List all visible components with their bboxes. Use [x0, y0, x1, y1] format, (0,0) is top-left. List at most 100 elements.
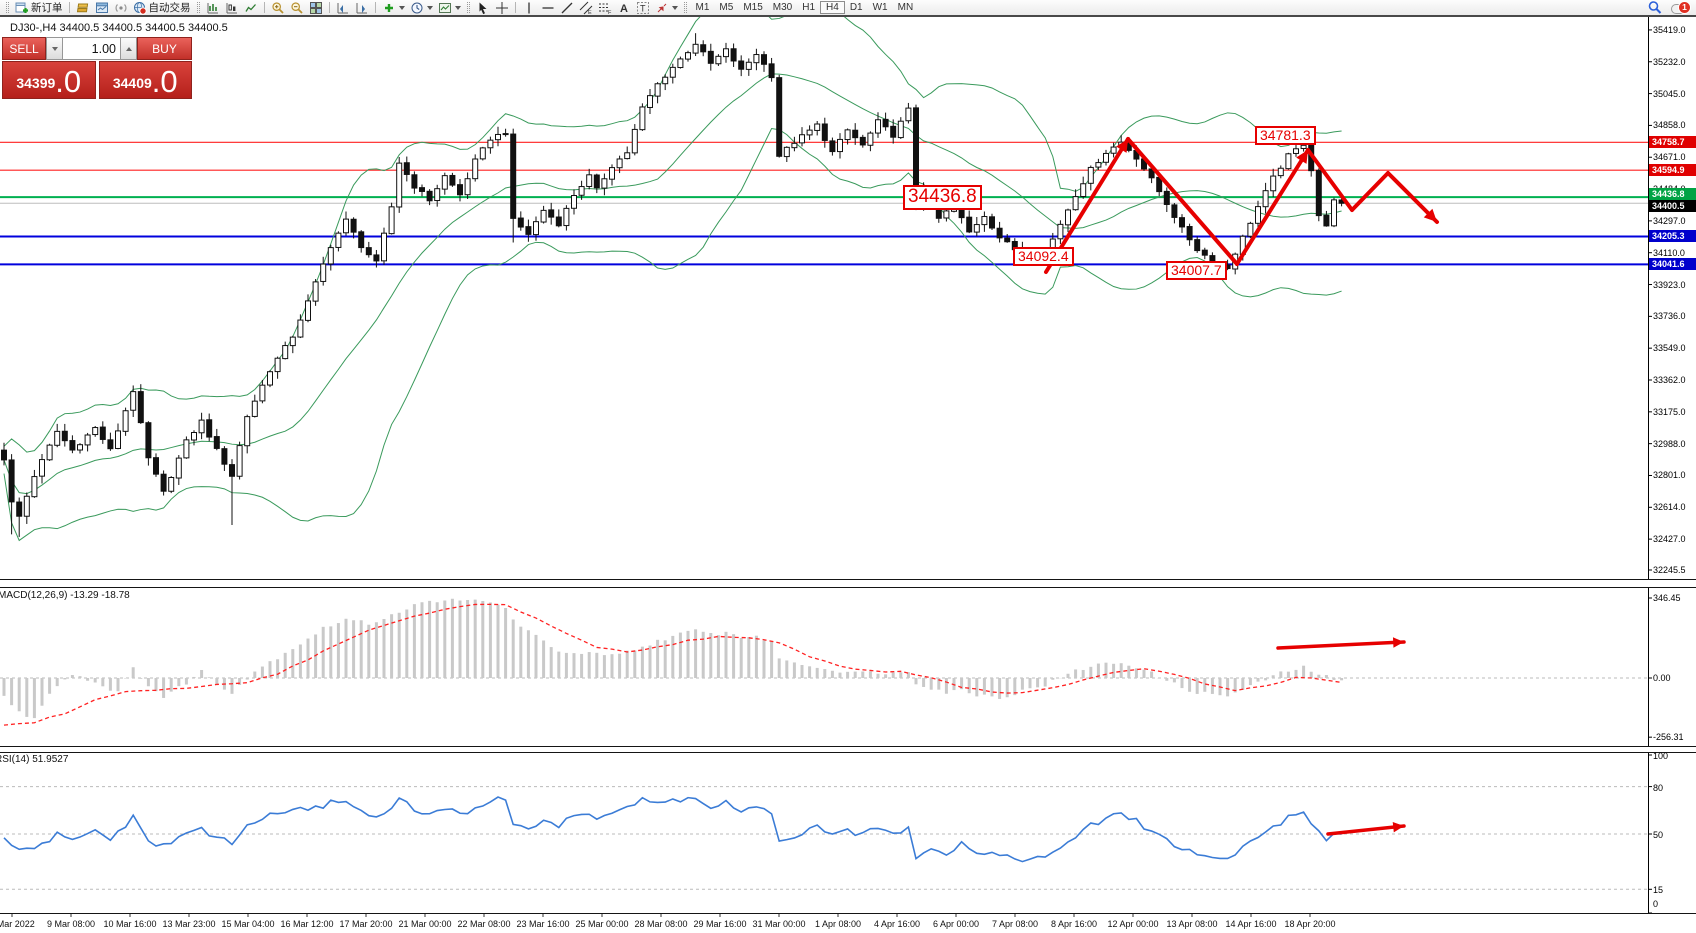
volume-decrease-button[interactable]: [46, 37, 63, 60]
horizontal-line-button[interactable]: [539, 1, 557, 15]
template-button[interactable]: [436, 1, 463, 15]
chart-shift-icon: [336, 1, 350, 15]
market-watch-icon: [95, 1, 109, 15]
current-price-badge: 34400.5: [1649, 200, 1696, 212]
toolbar-separator: [264, 2, 265, 13]
toolbar-grip[interactable]: [6, 2, 9, 13]
time-axis-label: 22 Mar 08:00: [457, 919, 510, 929]
vertical-line-icon: [522, 1, 536, 15]
toolbar-separator: [329, 2, 330, 13]
add-indicator-button[interactable]: [380, 1, 407, 15]
price-annotation-34436[interactable]: 34436.8: [903, 185, 982, 210]
search-button[interactable]: [1645, 1, 1665, 15]
time-axis-label: 8 Mar 2022: [0, 919, 35, 929]
crosshair-button[interactable]: [493, 1, 511, 15]
buy-price-display[interactable]: 34409.0: [99, 61, 193, 99]
sell-button[interactable]: SELL: [2, 37, 46, 60]
autotrade-label: 自动交易: [149, 0, 191, 15]
notification-button[interactable]: 1: [1671, 1, 1693, 15]
period-button[interactable]: [408, 1, 435, 15]
bar-chart-icon: [206, 1, 220, 15]
timeframe-button-M5[interactable]: M5: [714, 1, 738, 14]
chart-shift-button[interactable]: [334, 1, 352, 15]
timeframe-button-MN[interactable]: MN: [893, 1, 919, 14]
price-tick-label: 32988.0: [1653, 439, 1686, 449]
rsi-tick-label: 15: [1653, 885, 1663, 895]
zoom-out-button[interactable]: [288, 1, 306, 15]
price-tick-label: 33736.0: [1653, 311, 1686, 321]
clock-icon: [410, 1, 424, 15]
vertical-line-button[interactable]: [520, 1, 538, 15]
price-tick-label: 34110.0: [1653, 248, 1685, 258]
toolbar-separator: [69, 2, 70, 13]
time-axis-label: 1 Apr 08:00: [815, 919, 861, 929]
autotrade-button[interactable]: 自动交易: [131, 1, 193, 15]
equidistant-channel-icon: E: [579, 1, 593, 15]
price-tick-label: 33549.0: [1653, 343, 1686, 353]
time-axis-label: 17 Mar 20:00: [339, 919, 392, 929]
buy-button[interactable]: BUY: [137, 37, 192, 60]
toolbar-grip[interactable]: [467, 2, 470, 13]
price-annotation-34092[interactable]: 34092.4: [1013, 247, 1074, 266]
line-chart-icon: [244, 1, 258, 15]
time-axis-label: 10 Mar 16:00: [103, 919, 156, 929]
svg-text:T: T: [640, 3, 646, 13]
toolbar-grip[interactable]: [197, 2, 200, 13]
timeframe-button-H4[interactable]: H4: [820, 1, 845, 14]
chart-ohlc-header: DJ30-,H4 34400.5 34400.5 34400.5 34400.5: [10, 22, 228, 34]
toolbar-right-group: 1: [1645, 1, 1693, 15]
signal-button[interactable]: [112, 1, 130, 15]
trendline-icon: [560, 1, 574, 15]
rsi-panel-divider[interactable]: [0, 746, 1696, 753]
macd-panel-divider[interactable]: [0, 579, 1696, 588]
price-tick-label: 33923.0: [1653, 280, 1686, 290]
new-order-button[interactable]: 新订单: [13, 1, 65, 15]
timeframe-button-M1[interactable]: M1: [691, 1, 715, 14]
svg-text:E: E: [588, 10, 592, 15]
arrows-tool-button[interactable]: [653, 1, 680, 15]
tile-windows-button[interactable]: [307, 1, 325, 15]
dropdown-caret-icon: [427, 6, 433, 10]
zoom-in-button[interactable]: [269, 1, 287, 15]
toolbar-grip[interactable]: [684, 2, 687, 13]
toolbar-bottom-edge: [0, 15, 1696, 17]
price-annotation-34781[interactable]: 34781.3: [1255, 126, 1316, 145]
auto-scroll-icon: [355, 1, 369, 15]
volume-input[interactable]: [63, 37, 120, 60]
timeframe-button-H1[interactable]: H1: [797, 1, 820, 14]
time-axis-label: 21 Mar 00:00: [398, 919, 451, 929]
time-axis-label: 7 Apr 08:00: [992, 919, 1038, 929]
text-button[interactable]: A: [615, 1, 633, 15]
auto-scroll-button[interactable]: [353, 1, 371, 15]
new-order-label: 新订单: [31, 0, 63, 15]
sell-price-display[interactable]: 34399.0: [2, 61, 96, 99]
rsi-tick-label: 50: [1653, 830, 1663, 840]
signal-icon: [114, 1, 128, 15]
time-axis-label: 4 Apr 16:00: [874, 919, 920, 929]
chart-canvas[interactable]: [0, 0, 1696, 933]
trendline-button[interactable]: [558, 1, 576, 15]
label-button[interactable]: T: [634, 1, 652, 15]
timeframe-button-M30[interactable]: M30: [768, 1, 797, 14]
timeframe-button-D1[interactable]: D1: [845, 1, 868, 14]
cursor-button[interactable]: [474, 1, 492, 15]
svg-text:F: F: [608, 10, 612, 15]
price-annotation-34007[interactable]: 34007.7: [1166, 261, 1227, 280]
add-indicator-icon: [382, 1, 396, 15]
zoom-in-icon: [271, 1, 285, 15]
line-chart-button[interactable]: [242, 1, 260, 15]
channel-button[interactable]: E: [577, 1, 595, 15]
horizontal-line-icon: [541, 1, 555, 15]
bar-chart-button[interactable]: [204, 1, 222, 15]
candle-chart-button[interactable]: [223, 1, 241, 15]
sell-price-main: 34399: [16, 76, 55, 90]
cursor-icon: [476, 1, 490, 15]
volume-increase-button[interactable]: [120, 37, 137, 60]
search-icon: [1647, 0, 1663, 15]
timeframe-button-M15[interactable]: M15: [738, 1, 767, 14]
market-watch-button[interactable]: [93, 1, 111, 15]
fibonacci-button[interactable]: F: [596, 1, 614, 15]
timeframe-button-W1[interactable]: W1: [868, 1, 893, 14]
buy-price-main: 34409: [113, 76, 152, 90]
chart-profile-button[interactable]: [74, 1, 92, 15]
